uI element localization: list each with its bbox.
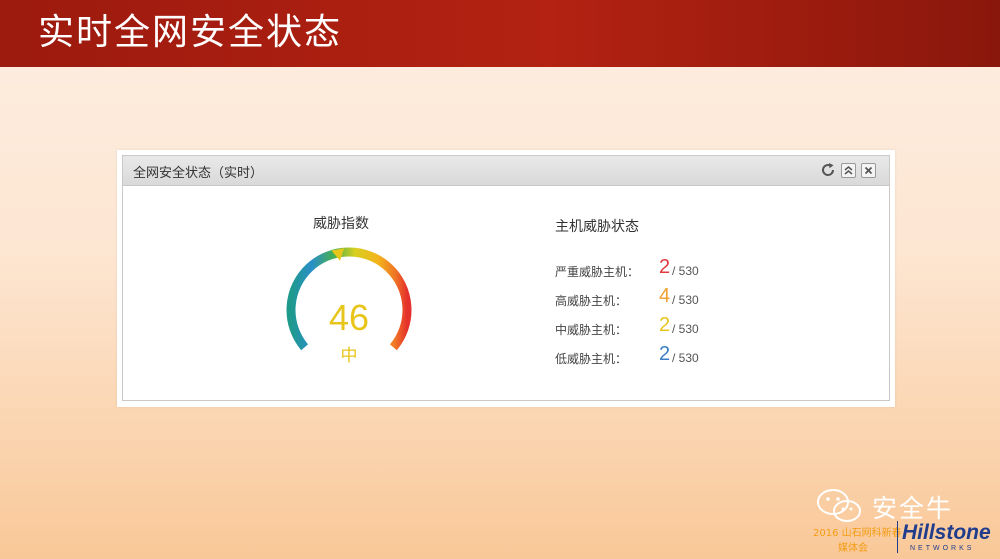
host-row-label: 高威胁主机： (555, 294, 628, 308)
host-row-medium: 中威胁主机： 2 / 530 (555, 314, 755, 341)
host-row-count: 4 (659, 285, 671, 307)
event-line-2: 媒体会 (838, 543, 868, 554)
host-row-count: 2 (659, 343, 671, 365)
host-row-total: / 530 (672, 322, 699, 336)
threat-index-value: 46 (328, 297, 370, 338)
host-row-total: / 530 (672, 264, 699, 278)
host-row-label: 低威胁主机： (555, 352, 628, 366)
security-status-widget: 全网安全状态（实时） 威胁指数 46 中 主机威胁状态 严重威胁主机： 2 / … (122, 155, 890, 401)
slide-title: 实时全网安全状态 (38, 12, 343, 53)
event-line-1: 2016 山石网科新春 (813, 528, 902, 539)
host-row-low: 低威胁主机： 2 / 530 (555, 343, 755, 370)
host-row-count: 2 (659, 314, 671, 336)
host-row-total: / 530 (672, 293, 699, 307)
hillstone-logo-sub: NETWORKS (910, 545, 975, 552)
host-row-label: 中威胁主机： (555, 323, 628, 337)
watermark-account: 安全牛 (872, 494, 954, 523)
widget-title: 全网安全状态（实时） (133, 166, 264, 181)
host-row-critical: 严重威胁主机： 2 / 530 (555, 256, 755, 283)
close-icon[interactable] (861, 163, 876, 178)
refresh-icon[interactable] (820, 162, 836, 178)
host-row-high: 高威胁主机： 4 / 530 (555, 285, 755, 312)
host-row-label: 严重威胁主机： (555, 265, 640, 279)
threat-index-level: 中 (340, 346, 358, 366)
screenshot-frame: 全网安全状态（实时） 威胁指数 46 中 主机威胁状态 严重威胁主机： 2 / … (117, 150, 895, 407)
widget-titlebar: 全网安全状态（实时） (123, 156, 889, 186)
hillstone-logo: Hillstone (902, 521, 991, 544)
host-row-total: / 530 (672, 351, 699, 365)
watermark-divider (897, 521, 898, 553)
double-chevron-up-icon[interactable] (841, 163, 856, 178)
threat-index-title: 威胁指数 (313, 216, 369, 232)
host-status-title: 主机威胁状态 (555, 219, 639, 235)
host-row-count: 2 (659, 256, 671, 278)
slide-header: 实时全网安全状态 (0, 0, 1000, 67)
wechat-logo-icon (817, 489, 861, 522)
